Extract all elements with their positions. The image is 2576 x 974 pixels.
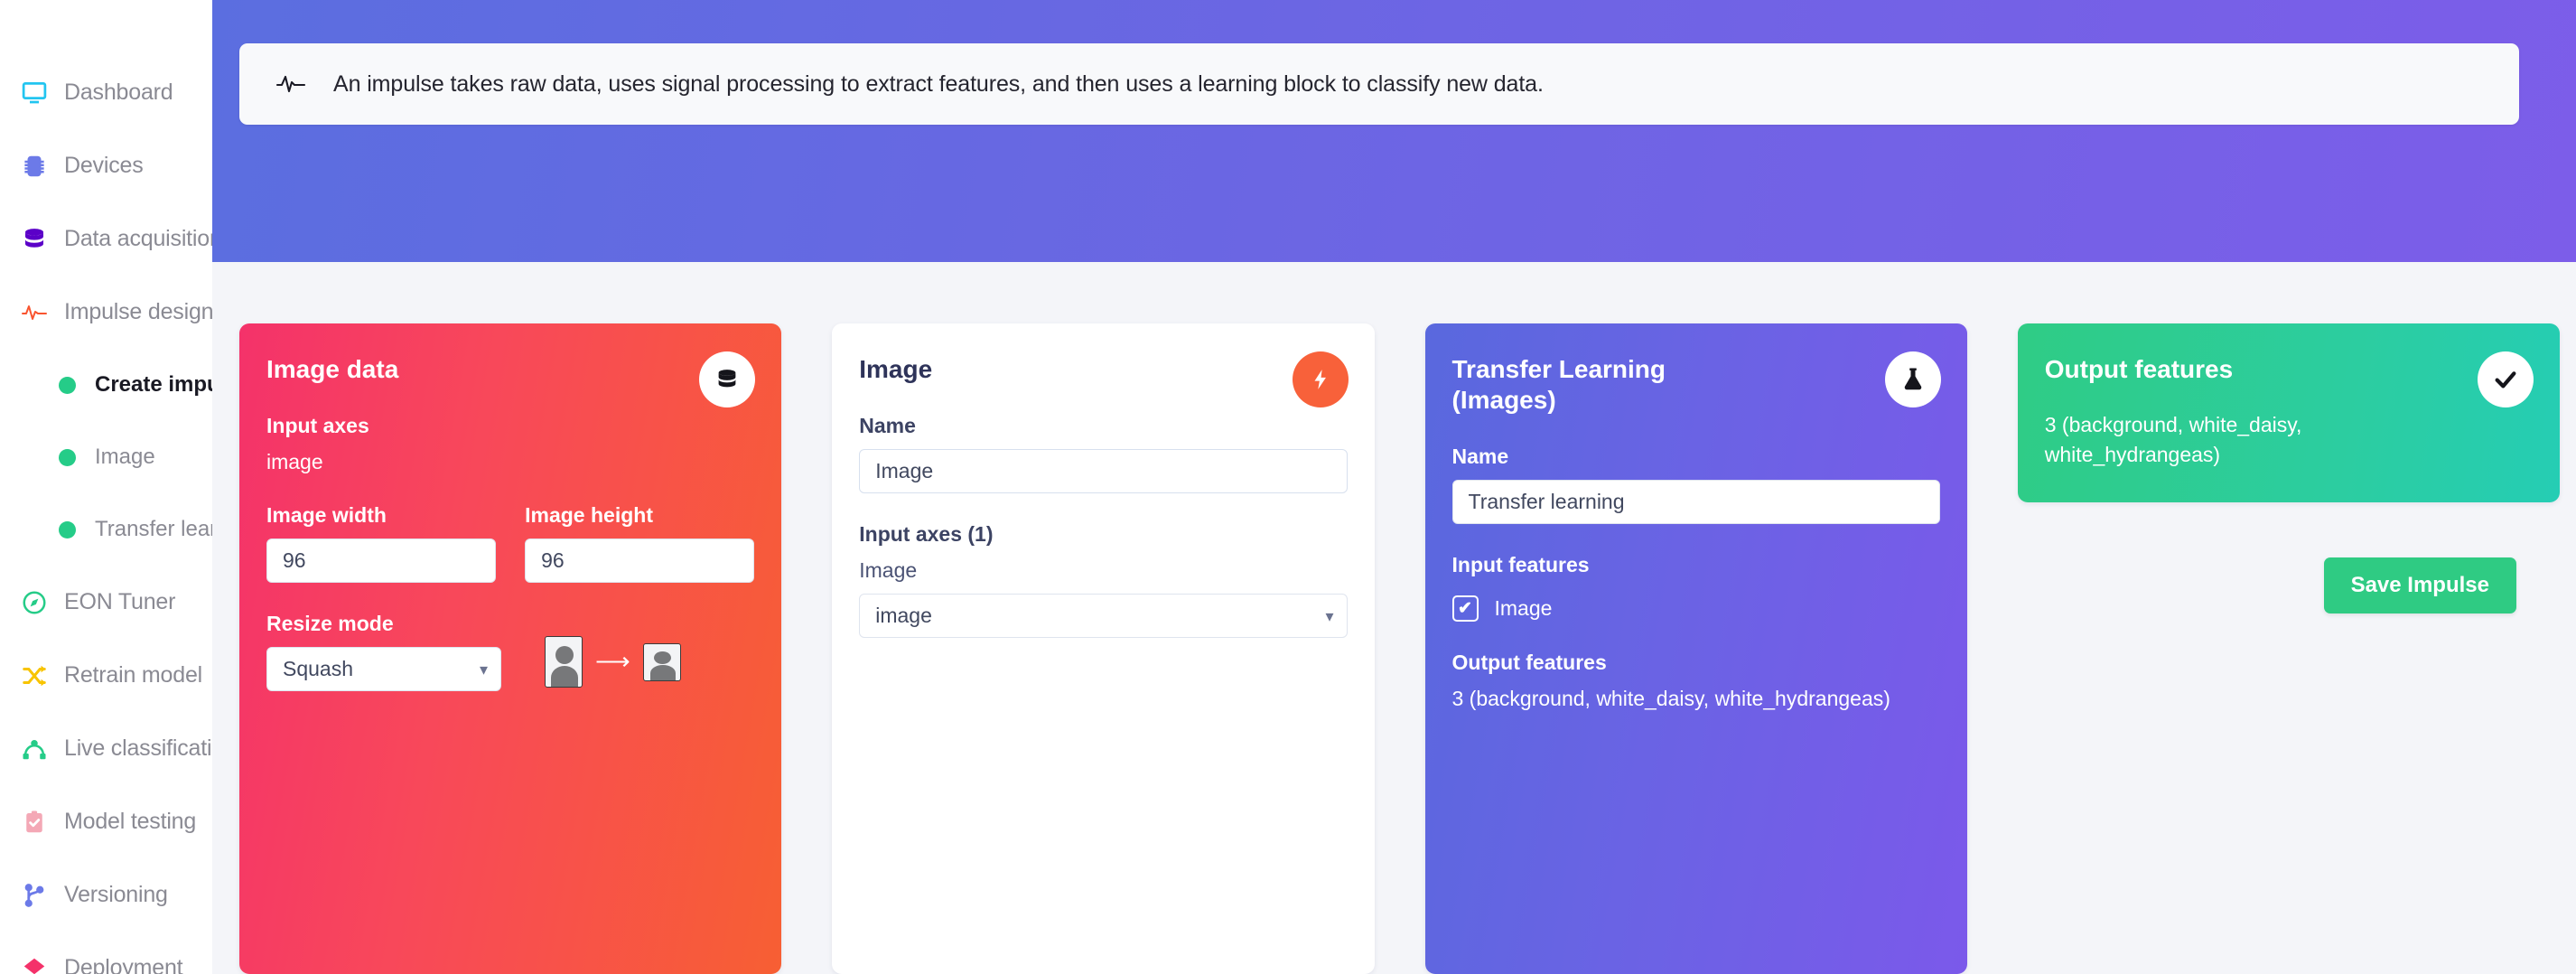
sidebar-item-label: Impulse design: [64, 299, 212, 324]
sidebar-item-label: EON Tuner: [64, 589, 176, 614]
sidebar-item-label: Retrain model: [64, 662, 203, 688]
hero-banner: An impulse takes raw data, uses signal p…: [212, 0, 2576, 262]
compass-icon: [18, 589, 51, 616]
resize-mode-value: Squash: [283, 657, 354, 681]
output-features-value: 3 (background, white_daisy, white_hydran…: [2044, 413, 2302, 466]
clipboard-check-icon: [18, 809, 51, 836]
arrow-right-icon: ⟶: [595, 648, 630, 676]
sidebar-item-create-impulse[interactable]: Create impulse: [0, 349, 212, 421]
sidebar-item-versioning[interactable]: Versioning: [0, 858, 212, 932]
pulse-icon: [18, 302, 51, 323]
shuffle-icon: [18, 662, 51, 689]
chevron-down-icon: ▾: [1325, 606, 1334, 625]
sidebar-item-eon-tuner[interactable]: EON Tuner: [0, 566, 212, 639]
input-feature-label: Image: [1494, 596, 1553, 621]
output-features-label: Output features: [1451, 651, 1607, 675]
sidebar-item-transfer-learning[interactable]: Transfer learning: [0, 493, 212, 566]
app-root: Dashboard Devices Data acquisition Impul…: [0, 0, 2576, 974]
input-features-label: Input features: [1451, 553, 1590, 577]
card-title: Output features: [2044, 355, 2234, 383]
sidebar-subitem-label: Image: [95, 445, 155, 469]
sidebar-item-live-classification[interactable]: Live classification: [0, 712, 212, 785]
sidebar-item-label: Model testing: [64, 809, 197, 834]
sidebar-item-label: Dashboard: [64, 80, 173, 105]
chevron-down-icon: ▾: [479, 660, 488, 679]
lightning-bolt-icon: [1292, 351, 1349, 407]
resize-mode-select[interactable]: Squash ▾: [266, 647, 501, 692]
sidebar-item-label: Data acquisition: [64, 226, 212, 251]
check-icon: [2478, 351, 2534, 407]
input-feature-row[interactable]: ✔ Image: [1451, 595, 1940, 623]
status-dot-green: [59, 520, 76, 539]
sidebar-item-devices[interactable]: Devices: [0, 129, 212, 202]
name-label: Name: [1451, 445, 1509, 469]
sidebar: Dashboard Devices Data acquisition Impul…: [0, 0, 212, 974]
image-width-input[interactable]: 96: [266, 539, 497, 584]
person-resize-icon: ⟶: [545, 636, 681, 688]
sidebar-item-label: Versioning: [64, 882, 168, 907]
axis-value: image: [875, 604, 932, 628]
image-height-label: Image height: [525, 503, 653, 528]
sidebar-item-model-testing[interactable]: Model testing: [0, 785, 212, 858]
axis-label: Image: [859, 558, 918, 583]
sidebar-item-data-acquisition[interactable]: Data acquisition: [0, 202, 212, 276]
sidebar-item-label: Devices: [64, 153, 144, 178]
source-image-thumb: [545, 636, 583, 688]
sidebar-item-image[interactable]: Image: [0, 421, 212, 493]
image-height-input[interactable]: 96: [525, 539, 755, 584]
card-title: Image: [859, 355, 933, 383]
git-branch-icon: [18, 882, 51, 909]
axis-select[interactable]: image ▾: [859, 594, 1348, 639]
sidebar-subitem-label: Transfer learning: [95, 517, 212, 541]
sidebar-item-retrain-model[interactable]: Retrain model: [0, 639, 212, 712]
impulse-blocks-row: Image data Input axes image Image width …: [239, 323, 2560, 974]
block-card-image-data: Image data Input axes image Image width …: [239, 323, 782, 974]
block-card-image: Image Name Image Input axes (1) Image im…: [832, 323, 1375, 974]
sidebar-item-deployment[interactable]: Deployment: [0, 932, 212, 974]
block-card-transfer-learning: Transfer Learning (Images) Name Transfer…: [1424, 323, 1967, 974]
input-axes-value: image: [266, 450, 323, 474]
save-impulse-button[interactable]: Save Impulse: [2323, 557, 2516, 613]
sidebar-item-impulse-design[interactable]: Impulse design: [0, 276, 212, 349]
input-axes-label: Input axes (1): [859, 522, 994, 547]
network-icon: [18, 735, 51, 763]
sidebar-item-label: Live classification: [64, 735, 212, 761]
image-width-label: Image width: [266, 503, 387, 528]
resize-mode-label: Resize mode: [266, 612, 394, 636]
status-dot-green: [59, 448, 76, 466]
chip-icon: [18, 153, 51, 180]
impulse-info-text: An impulse takes raw data, uses signal p…: [333, 70, 1544, 97]
resized-image-thumb: [642, 642, 681, 681]
sidebar-item-label: Deployment: [64, 955, 183, 974]
name-label: Name: [859, 414, 916, 438]
block-card-output-features: Output features 3 (background, white_dai…: [2017, 323, 2560, 502]
monitor-icon: [18, 80, 51, 107]
sidebar-item-dashboard[interactable]: Dashboard: [0, 56, 212, 129]
output-features-value: 3 (background, white_daisy, white_hydran…: [1451, 687, 1890, 711]
database-icon: [18, 226, 51, 253]
input-feature-checkbox[interactable]: ✔: [1451, 595, 1479, 623]
input-axes-label: Input axes: [266, 414, 369, 438]
main-content: An impulse takes raw data, uses signal p…: [212, 0, 2576, 974]
database-icon: [699, 351, 756, 407]
pulse-icon: [275, 72, 306, 96]
flask-icon: [1884, 351, 1941, 407]
name-input[interactable]: Image: [859, 449, 1348, 494]
status-dot-green: [59, 376, 76, 394]
name-input[interactable]: Transfer learning: [1451, 480, 1940, 525]
sidebar-subitem-label: Create impulse: [95, 372, 212, 397]
save-impulse-container: Save Impulse: [2007, 557, 2560, 613]
card-title: Image data: [266, 355, 399, 383]
card-title: Transfer Learning (Images): [1451, 355, 1666, 415]
rocket-icon: [18, 955, 51, 974]
impulse-info-banner: An impulse takes raw data, uses signal p…: [239, 43, 2519, 125]
